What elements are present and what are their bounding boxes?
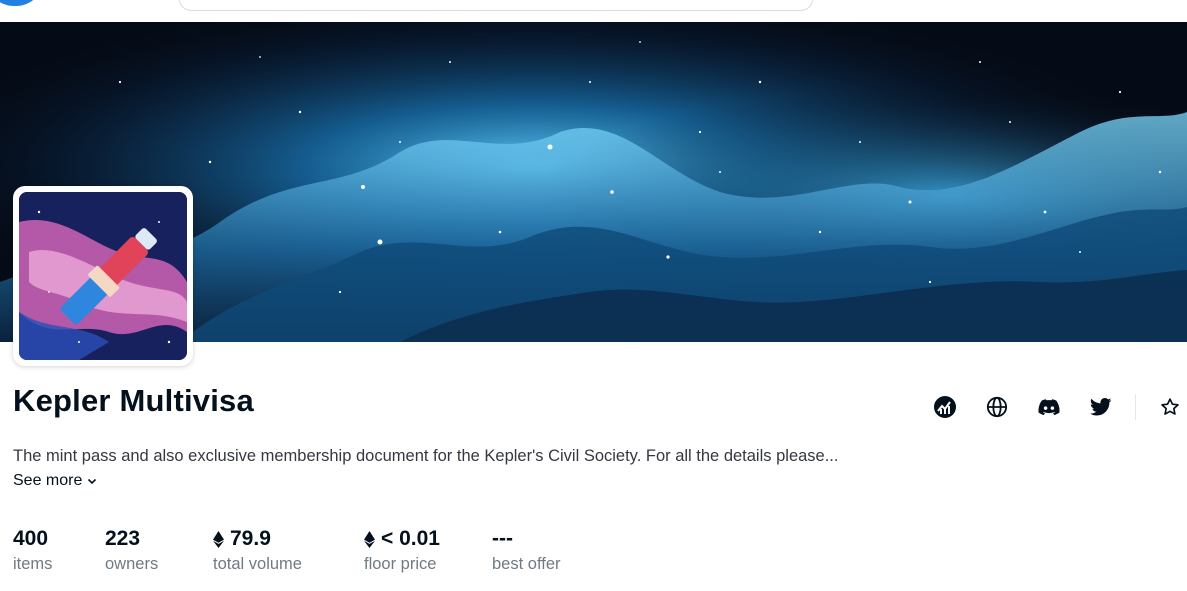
stat-total-volume[interactable]: 79.9 total volume (213, 526, 302, 574)
discord-icon[interactable] (1035, 393, 1063, 421)
see-more-button[interactable]: See more (13, 472, 98, 490)
stat-floor-price[interactable]: < 0.01 floor price (364, 526, 440, 574)
collection-title: Kepler Multivisa (13, 383, 254, 418)
stat-owners[interactable]: 223 owners (105, 526, 158, 574)
search-input[interactable] (179, 0, 813, 11)
opensea-logo[interactable] (0, 0, 44, 6)
collection-description: The mint pass and also exclusive members… (13, 447, 839, 465)
star-icon[interactable] (1156, 393, 1184, 421)
ethereum-icon (213, 530, 224, 548)
stat-best-offer[interactable]: --- best offer (492, 526, 561, 574)
social-divider (1135, 394, 1136, 420)
stat-items-value: 400 (13, 527, 49, 550)
stat-floor-price-value: < 0.01 (381, 527, 440, 550)
stat-total-volume-label: total volume (213, 555, 302, 573)
stat-owners-label: owners (105, 555, 159, 573)
stat-best-offer-value: --- (492, 527, 513, 550)
chevron-down-icon (88, 478, 97, 485)
see-more-label: See more (13, 472, 83, 489)
stat-items[interactable]: 400 items (13, 526, 52, 574)
collection-avatar (13, 186, 193, 366)
twitter-icon[interactable] (1087, 393, 1115, 421)
analytics-icon[interactable] (931, 393, 959, 421)
ethereum-icon (364, 530, 375, 548)
collection-logo-image (19, 192, 187, 360)
stat-best-offer-label: best offer (492, 555, 561, 573)
top-navigation-bar (0, 0, 1187, 22)
stat-items-label: items (13, 555, 53, 573)
website-globe-icon[interactable] (983, 393, 1011, 421)
stat-owners-value: 223 (105, 527, 141, 550)
stat-total-volume-value: 79.9 (230, 527, 271, 550)
stat-floor-price-label: floor price (364, 555, 437, 573)
